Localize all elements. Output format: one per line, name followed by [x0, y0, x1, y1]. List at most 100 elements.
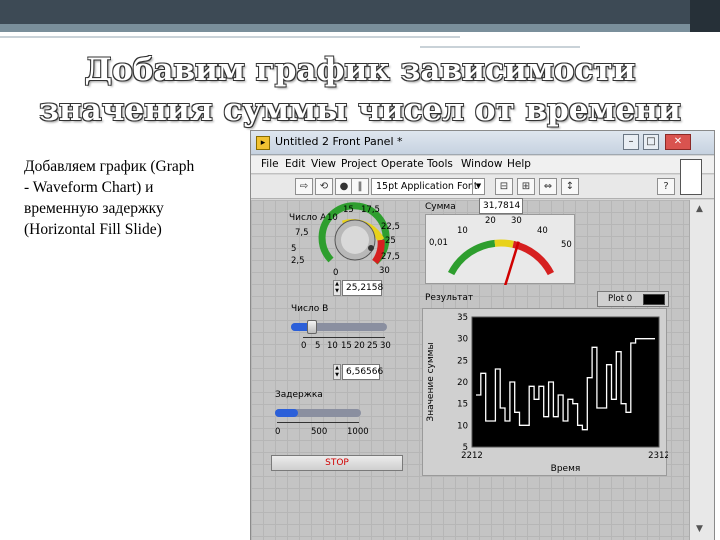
- knob-tick: 17,5: [361, 205, 380, 215]
- knob-tick: 27,5: [381, 252, 400, 262]
- slider-b-tick: 0: [301, 341, 307, 351]
- menu-file[interactable]: File: [261, 158, 279, 170]
- gauge-needle: [499, 241, 520, 300]
- slide-title-line: значения суммы чисел от времени: [39, 92, 681, 128]
- slider-b-tick: 5: [315, 341, 321, 351]
- x-tick-label: 2212: [461, 451, 483, 461]
- gauge-tick: 30: [511, 216, 522, 226]
- gauge-tick: 10: [457, 226, 468, 236]
- slide-top-accent: [0, 24, 720, 32]
- slider-b-axis: [303, 337, 385, 338]
- knob-tick: 10: [327, 213, 338, 223]
- gauge-label: Сумма: [425, 202, 456, 212]
- delay-slider-axis: [277, 422, 359, 423]
- slider-b-tick: 30: [380, 341, 391, 351]
- y-tick-label: 15: [457, 400, 468, 410]
- scroll-up-icon[interactable]: ▲: [696, 204, 703, 214]
- stop-button[interactable]: STOP: [271, 455, 403, 471]
- decor-line: [420, 46, 580, 48]
- knob-tick: 22,5: [381, 222, 400, 232]
- y-tick-label: 35: [457, 313, 468, 323]
- knob-tick: 0: [333, 268, 339, 278]
- labview-app-icon: ▸: [256, 136, 270, 150]
- slider-b-tick: 20: [354, 341, 365, 351]
- slide-top-bar: [0, 0, 720, 24]
- menu-operate[interactable]: Operate: [381, 158, 424, 170]
- menu-window[interactable]: Window: [461, 158, 502, 170]
- maximize-button[interactable]: □: [643, 134, 659, 150]
- chevron-down-icon: ▼: [472, 179, 484, 194]
- slider-b-tick: 15: [341, 341, 352, 351]
- gauge-band-green: [447, 239, 496, 276]
- slider-b-tick: 10: [327, 341, 338, 351]
- waveform-chart[interactable]: 35302520151052212 2312ВремяЗначение суммы: [423, 309, 670, 477]
- legend-plot-name: Plot 0: [608, 294, 633, 304]
- chart-legend[interactable]: Plot 0: [597, 291, 669, 307]
- distribute-icon[interactable]: ⊞: [517, 178, 535, 195]
- toolbar: ⇨ ⟲ ● ‖ 15pt Application Font ▼ ⊟ ⊞ ⇔ ↕ …: [251, 175, 714, 199]
- slide: Добавим график зависимости значения сумм…: [0, 0, 720, 540]
- resize-icon[interactable]: ⇔: [539, 178, 557, 195]
- slide-title-line: Добавим график зависимости: [84, 52, 636, 88]
- menu-project[interactable]: Project: [341, 158, 377, 170]
- delay-slider-tick: 0: [275, 427, 281, 437]
- delay-slider-fill: [275, 409, 298, 417]
- gauge-readout: 31,7814: [479, 198, 523, 214]
- minimize-button[interactable]: –: [623, 134, 639, 150]
- close-button[interactable]: ✕: [665, 134, 691, 150]
- x-tick-label: 2312: [648, 451, 668, 461]
- gauge-tick: 20: [485, 216, 496, 226]
- slide-title: Добавим график зависимости значения сумм…: [10, 50, 710, 130]
- y-tick-label: 25: [457, 356, 468, 366]
- pause-icon[interactable]: ‖: [351, 178, 369, 195]
- chart-title: Результат: [425, 293, 474, 303]
- reorder-icon[interactable]: ↕: [561, 178, 579, 195]
- gauge-band-yellow: [494, 239, 514, 248]
- decor-line: [0, 36, 460, 38]
- delay-slider-tick: 500: [311, 427, 328, 437]
- gauge-tick: 40: [537, 226, 548, 236]
- window-titlebar[interactable]: ▸ Untitled 2 Front Panel * – □ ✕: [251, 131, 714, 155]
- knob-value-field[interactable]: 25,2158: [342, 280, 383, 296]
- y-axis-label: Значение суммы: [426, 342, 436, 421]
- menu-edit[interactable]: Edit: [285, 158, 305, 170]
- gauge-face: [425, 214, 575, 300]
- slide-corner-accent: [690, 0, 720, 32]
- legend-swatch-icon: [643, 294, 665, 305]
- slider-b-value-stepper[interactable]: ▲ ▼: [333, 364, 341, 380]
- delay-slider-label: Задержка: [275, 390, 323, 400]
- menu-help[interactable]: Help: [507, 158, 531, 170]
- gauge-band-red: [512, 240, 555, 276]
- gauge-tick: 0,01: [429, 238, 448, 248]
- run-continuously-icon[interactable]: ⟲: [315, 178, 333, 195]
- vi-icon[interactable]: [680, 159, 702, 195]
- slide-body-text: Добавляем график (Graph - Waveform Chart…: [24, 158, 195, 238]
- knob-value-stepper[interactable]: ▲ ▼: [333, 280, 341, 296]
- gauge-dial: [447, 239, 555, 300]
- help-icon[interactable]: ?: [657, 178, 675, 195]
- scroll-down-icon[interactable]: ▼: [696, 524, 703, 534]
- knob-tick: 7,5: [295, 228, 309, 238]
- slider-b-label: Число B: [291, 304, 329, 314]
- gauge-tick: 50: [561, 240, 572, 250]
- front-panel-canvas: Число A 7,5 5 2,5 0 10 15 17,5 22,5 25 2…: [251, 198, 689, 540]
- vertical-scrollbar[interactable]: ▲ ▼: [689, 200, 714, 540]
- chart-frame: 35 30 25 20 15 10 5 2212 2312 Время Значение суммы: [422, 308, 670, 477]
- knob-tick: 15: [343, 205, 354, 215]
- labview-window: ▸ Untitled 2 Front Panel * – □ ✕ File Ed…: [250, 130, 715, 540]
- knob-tick: 25: [385, 236, 396, 246]
- y-tick-label: 30: [457, 335, 468, 345]
- x-axis-label: Время: [551, 464, 581, 474]
- font-select-value: 15pt Application Font: [376, 181, 478, 192]
- delay-slider-tick: 1000: [347, 427, 369, 437]
- knob-tick: 2,5: [291, 256, 305, 266]
- font-select[interactable]: 15pt Application Font ▼: [371, 178, 485, 195]
- menu-tools[interactable]: Tools: [427, 158, 453, 170]
- window-title: Untitled 2 Front Panel *: [275, 135, 403, 148]
- align-icon[interactable]: ⊟: [495, 178, 513, 195]
- knob-tick: 5: [291, 244, 297, 254]
- slider-b-value-field[interactable]: 6,56566: [342, 364, 383, 380]
- menu-view[interactable]: View: [311, 158, 336, 170]
- slider-b-handle[interactable]: [307, 320, 317, 334]
- run-arrow-icon[interactable]: ⇨: [295, 178, 313, 195]
